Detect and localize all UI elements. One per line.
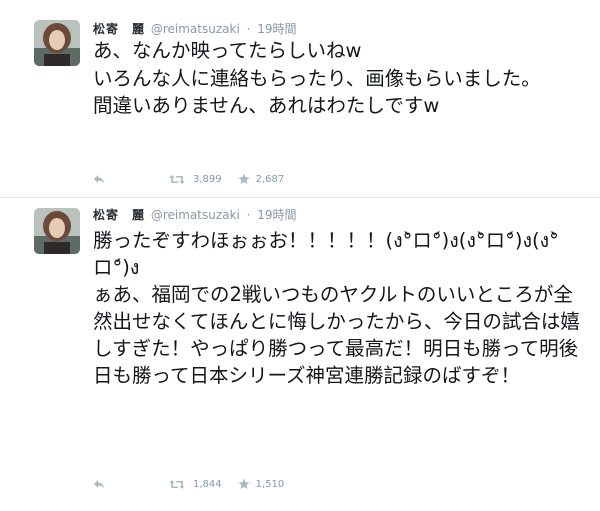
retweet-count: 1,844 — [193, 478, 222, 490]
display-name[interactable]: 松寄 麗 — [93, 22, 145, 36]
avatar[interactable] — [34, 20, 80, 66]
retweet-icon — [169, 174, 185, 184]
reply-button[interactable] — [93, 171, 109, 187]
tweet-actions: 3,899 2,687 — [93, 171, 284, 187]
favorite-button[interactable]: 1,510 — [238, 476, 285, 492]
reply-button[interactable] — [93, 476, 109, 492]
tweet-text: あ、なんか映ってたらしいねw いろんな人に連絡もらったり、画像もらいました。 間… — [93, 39, 541, 117]
screen-name[interactable]: @reimatsuzaki — [151, 22, 240, 36]
tweet-text: 勝ったぞすわほぉぉお！！！！！(ง°̀ロ°́)ง(ง°̀ロ°́)ง(ง°̀ロ°́… — [93, 229, 580, 387]
avatar[interactable] — [34, 208, 80, 254]
tweet-header: 松寄 麗 @reimatsuzaki · 19時間 — [93, 206, 297, 224]
tweet-actions: 1,844 1,510 — [93, 476, 284, 492]
screen-name[interactable]: @reimatsuzaki — [151, 208, 240, 222]
reply-icon — [94, 175, 104, 184]
timestamp[interactable]: 19時間 — [257, 22, 296, 36]
retweet-icon — [169, 479, 185, 489]
retweet-button[interactable]: 1,844 — [169, 476, 222, 492]
favorite-count: 2,687 — [255, 173, 285, 185]
retweet-button[interactable]: 3,899 — [169, 171, 222, 187]
tweet[interactable]: 松寄 麗 @reimatsuzaki · 19時間 あ、なんか映ってたらしいねw… — [0, 0, 600, 198]
star-icon — [238, 173, 250, 184]
tweet-header: 松寄 麗 @reimatsuzaki · 19時間 — [93, 20, 297, 38]
timestamp[interactable]: 19時間 — [257, 208, 296, 222]
favorite-button[interactable]: 2,687 — [238, 171, 285, 187]
star-icon — [238, 478, 250, 489]
timeline: 松寄 麗 @reimatsuzaki · 19時間 あ、なんか映ってたらしいねw… — [0, 0, 600, 511]
display-name[interactable]: 松寄 麗 — [93, 208, 145, 222]
retweet-count: 3,899 — [193, 173, 222, 185]
favorite-count: 1,510 — [255, 478, 285, 490]
separator: · — [246, 208, 251, 222]
separator: · — [246, 22, 251, 36]
reply-icon — [94, 480, 104, 489]
tweet[interactable]: 松寄 麗 @reimatsuzaki · 19時間 勝ったぞすわほぉぉお！！！！… — [0, 198, 600, 511]
